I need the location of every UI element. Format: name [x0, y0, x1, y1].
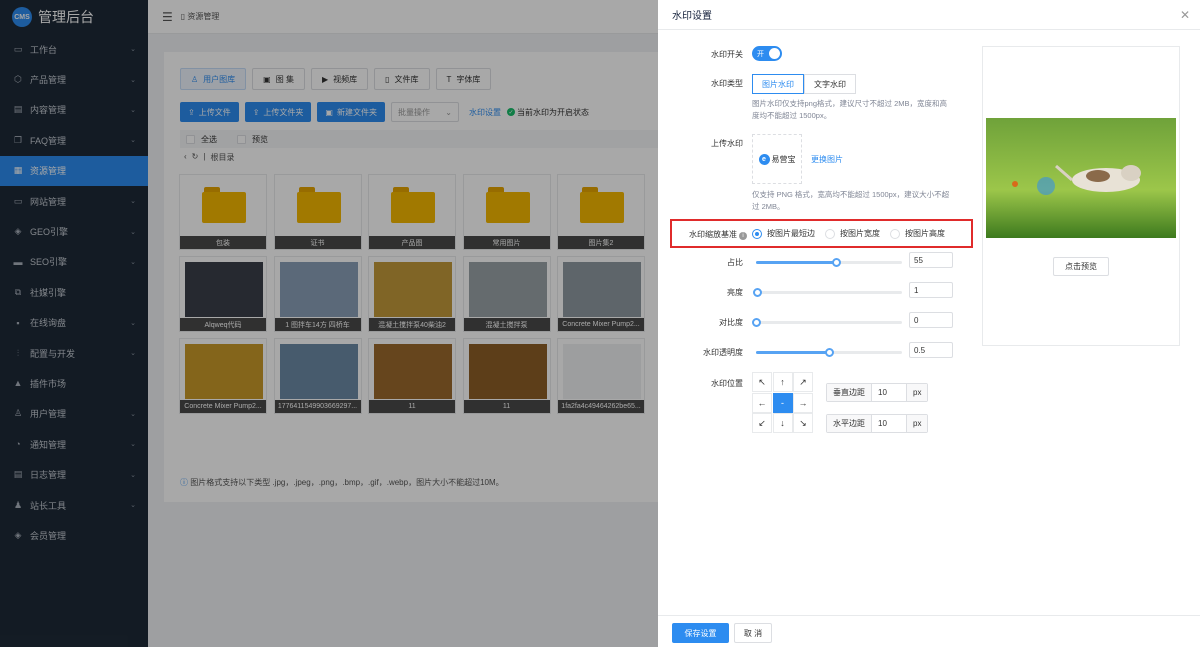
- radio-label: 按图片最短边: [767, 229, 815, 238]
- brightness-slider[interactable]: [753, 288, 902, 297]
- radio-circle: [752, 228, 762, 239]
- watermark-logo: e 易营宝: [758, 153, 796, 165]
- radio-height[interactable]: 按图片高度: [890, 228, 945, 239]
- contrast-input[interactable]: 0: [909, 312, 953, 328]
- radio-circle: [825, 228, 835, 239]
- type-description: 图片水印仅支持png格式，建议尺寸不超过 2MB，宽度和高 度均不能超过 150…: [752, 98, 984, 122]
- ratio-label: 占比: [727, 258, 743, 267]
- radio-circle: [890, 228, 900, 239]
- position-label: 水印位置: [711, 379, 743, 388]
- cancel-button[interactable]: 取 消: [734, 623, 772, 643]
- radio-label: 按图片高度: [905, 229, 945, 238]
- position-cell-0[interactable]: ↖: [752, 372, 772, 392]
- radio-shortest-edge[interactable]: 按图片最短边: [752, 228, 815, 239]
- logo-text: 易营宝: [771, 154, 796, 164]
- opacity-slider[interactable]: [756, 348, 902, 357]
- horizontal-margin-group: 水平边距 10 px: [826, 414, 929, 433]
- upload-label: 上传水印: [711, 139, 743, 148]
- preview-image: [986, 118, 1176, 238]
- slider-thumb[interactable]: [753, 288, 763, 297]
- position-cell-8[interactable]: ↘: [793, 413, 813, 433]
- position-cell-2[interactable]: ↗: [793, 372, 813, 392]
- watermark-drawer: 水印设置 ✕ 水印开关 开 水印类型 图片水印 文字水印 图片水印仅支持png格…: [658, 0, 1200, 647]
- info-icon: i: [739, 232, 747, 240]
- horizontal-margin-input[interactable]: 10: [872, 415, 906, 432]
- opacity-label: 水印透明度: [703, 348, 743, 357]
- drawer-footer: 保存设置 取 消: [658, 615, 1200, 647]
- brightness-input[interactable]: 1: [909, 282, 953, 298]
- vertical-margin-group: 垂直边距 10 px: [826, 383, 929, 402]
- upload-description: 仅支持 PNG 格式，宽高均不能超过 1500px，建议大小不超 过 2MB。: [752, 189, 984, 213]
- slider-fill: [756, 261, 837, 264]
- drawer-title: 水印设置: [672, 11, 712, 22]
- contrast-slider[interactable]: [752, 318, 902, 327]
- contrast-label: 对比度: [719, 318, 743, 327]
- position-cell-6[interactable]: ↙: [752, 413, 772, 433]
- scale-label: 水印缩放基准 i: [663, 229, 747, 240]
- upload-desc-line-1: 仅支持 PNG 格式，宽高均不能超过 1500px，建议大小不超: [752, 190, 950, 199]
- slider-fill: [756, 351, 829, 354]
- close-icon[interactable]: ✕: [1180, 8, 1190, 22]
- position-cell-4[interactable]: -: [772, 392, 793, 413]
- position-cell-3[interactable]: ←: [752, 392, 772, 413]
- watermark-type-group: 图片水印 文字水印: [752, 74, 856, 94]
- app: CMS 管理后台 ▭ 工作台 ⌄ ⬡ 产品管理 ⌄ ▤ 内容管理 ⌄ ❐ FAQ管理 ⌄ ▦ 资源管理 ▭ 网…: [0, 0, 1200, 647]
- type-desc-line-2: 度均不能超过 1500px。: [752, 111, 832, 120]
- type-desc-line-1: 图片水印仅支持png格式，建议尺寸不超过 2MB，宽度和高: [752, 99, 948, 108]
- logo-e-icon: e: [758, 153, 770, 165]
- position-cell-5[interactable]: →: [793, 392, 813, 413]
- save-settings-button[interactable]: 保存设置: [672, 623, 729, 643]
- change-image-link[interactable]: 更换图片: [811, 154, 843, 165]
- scale-radio-group: 按图片最短边 按图片宽度 按图片高度: [752, 228, 945, 239]
- preview-panel: 点击预览: [982, 46, 1180, 346]
- overlay-mask[interactable]: [0, 0, 658, 647]
- horizontal-margin-label: 水平边距: [827, 415, 872, 432]
- switch-knob: [769, 48, 780, 59]
- watermark-switch[interactable]: 开: [752, 46, 782, 61]
- scale-label-text: 水印缩放基准: [689, 230, 737, 239]
- horizontal-margin-unit: px: [906, 415, 928, 432]
- position-grid: ↖ ↑ ↗ ← - → ↙ ↓ ↘: [752, 372, 813, 433]
- switch-label: 水印开关: [711, 50, 743, 59]
- slider-thumb[interactable]: [752, 318, 761, 327]
- position-cell-1[interactable]: ↑: [772, 372, 793, 392]
- ratio-input[interactable]: 55: [909, 252, 953, 268]
- radio-width[interactable]: 按图片宽度: [825, 228, 880, 239]
- position-cell-7[interactable]: ↓: [772, 413, 793, 433]
- opacity-input[interactable]: 0.5: [909, 342, 953, 358]
- vertical-margin-label: 垂直边距: [827, 384, 872, 401]
- ratio-slider[interactable]: [756, 258, 902, 267]
- type-text-option[interactable]: 文字水印: [804, 74, 856, 94]
- vertical-margin-unit: px: [906, 384, 928, 401]
- brightness-label: 亮度: [727, 288, 743, 297]
- slider-thumb[interactable]: [825, 348, 834, 357]
- click-preview-button[interactable]: 点击预览: [1053, 257, 1109, 276]
- switch-text: 开: [757, 50, 764, 58]
- watermark-upload[interactable]: e 易营宝: [752, 134, 802, 184]
- type-label: 水印类型: [711, 79, 743, 88]
- slider-thumb[interactable]: [832, 258, 842, 267]
- radio-label: 按图片宽度: [840, 229, 880, 238]
- upload-desc-line-2: 过 2MB。: [752, 202, 785, 211]
- type-image-option[interactable]: 图片水印: [752, 74, 804, 94]
- drawer-header: 水印设置 ✕: [658, 0, 1200, 30]
- vertical-margin-input[interactable]: 10: [872, 384, 906, 401]
